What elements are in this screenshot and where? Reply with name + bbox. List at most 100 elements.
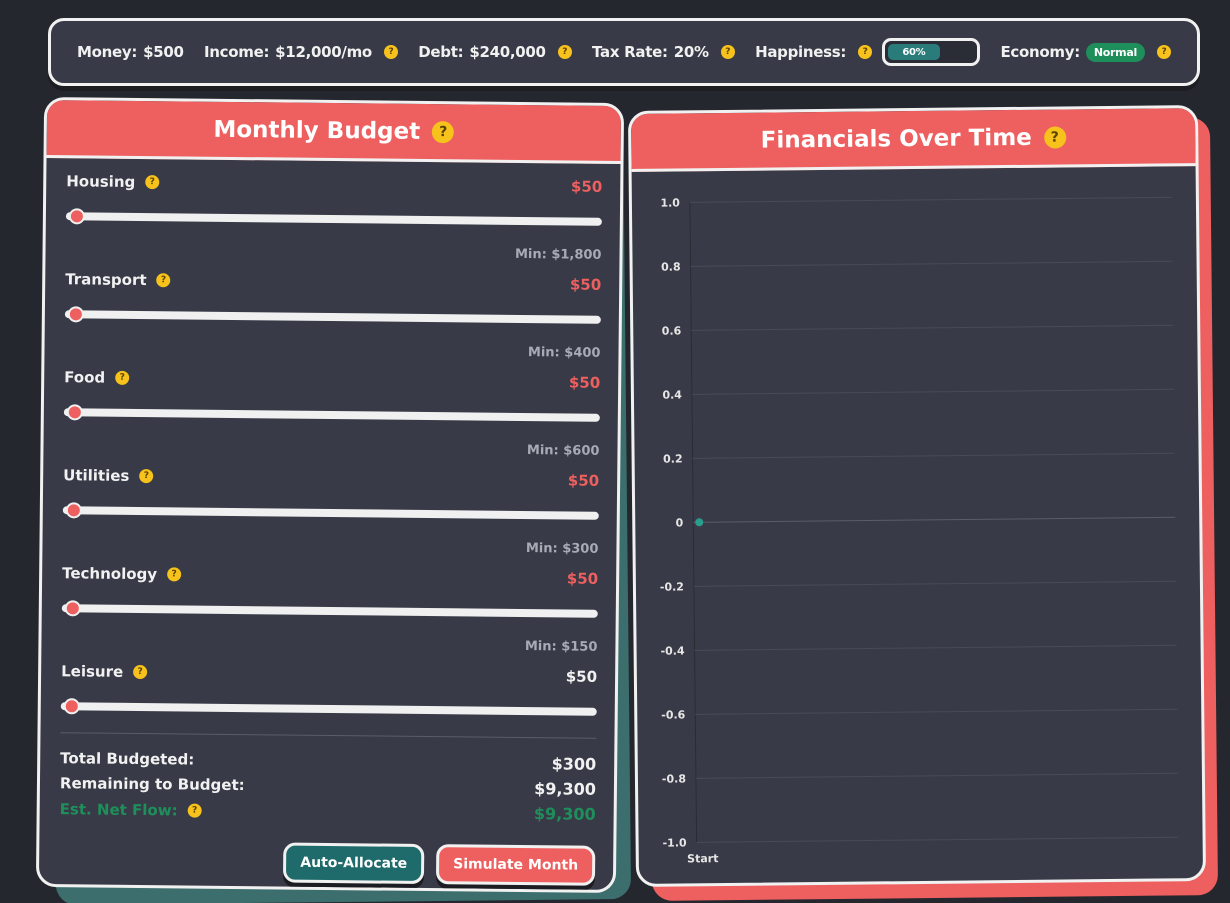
- category-header: Technology? $50: [62, 564, 598, 588]
- financials-chart: 1.0 0.8 0.6 0.4 0.2 0 -0.2 -0.4 -0.6 -0.8 -1.0Star…: [660, 196, 1179, 865]
- data-point: [695, 518, 704, 527]
- category-row-utilities: Utilities? $50 Min: $300: [62, 466, 599, 557]
- category-help-icon[interactable]: ?: [167, 567, 182, 582]
- stat-economy: Economy: Normal ?: [1000, 42, 1171, 62]
- budget-body: Housing? $50 Min: $1,800 Transport? $50 Min: …: [39, 158, 621, 886]
- net-flow-value: $9,300: [533, 804, 596, 824]
- category-help-icon[interactable]: ?: [115, 370, 130, 385]
- category-slider-track[interactable]: [61, 600, 598, 618]
- gridline: [691, 388, 1174, 395]
- debt-value: $240,000: [469, 43, 546, 61]
- economy-badge: Normal: [1085, 42, 1145, 62]
- y-tick-label: 1.0: [660, 196, 680, 209]
- category-name: Food: [64, 368, 106, 387]
- category-slider-track[interactable]: [64, 306, 601, 324]
- budget-help-icon[interactable]: ?: [432, 120, 455, 143]
- category-slider-thumb[interactable]: [65, 502, 82, 519]
- debt-help-icon[interactable]: ?: [557, 45, 572, 59]
- tax-value: 20%: [673, 43, 709, 61]
- category-amount: $50: [566, 569, 599, 588]
- stat-income: Income: $12,000/mo ?: [204, 43, 398, 61]
- category-minimum: Min: $1,800: [514, 246, 602, 263]
- remaining-row: Remaining to Budget: $9,300: [60, 774, 596, 799]
- category-slider-thumb[interactable]: [67, 306, 84, 323]
- category-slider-track[interactable]: [60, 698, 597, 716]
- net-flow-label-wrap: Est. Net Flow: ?: [60, 799, 202, 819]
- y-tick-label: -0.8: [662, 772, 686, 785]
- budget-actions: Auto-Allocate Simulate Month: [59, 840, 596, 886]
- stat-debt: Debt: $240,000 ?: [418, 43, 572, 61]
- remaining-label: Remaining to Budget:: [59, 774, 245, 795]
- net-flow-help-icon[interactable]: ?: [187, 803, 202, 818]
- y-tick-label: -0.4: [660, 644, 685, 657]
- category-help-icon[interactable]: ?: [133, 664, 148, 680]
- category-header: Housing? $50: [66, 172, 602, 196]
- economy-label: Economy:: [1000, 43, 1080, 61]
- y-tick-label: -0.2: [660, 580, 684, 593]
- gridline: [689, 196, 1172, 203]
- y-tick-label: 0.6: [662, 324, 682, 337]
- total-budgeted-value: $300: [551, 754, 597, 774]
- gridline: [696, 836, 1179, 843]
- category-row-leisure: Leisure? $50: [60, 662, 597, 716]
- gridline: [695, 772, 1178, 779]
- category-minimum: Min: $600: [526, 443, 600, 459]
- category-row-food: Food? $50 Min: $600: [63, 368, 600, 459]
- category-minimum: Min: $400: [527, 345, 601, 361]
- category-name-wrap: Leisure?: [61, 662, 148, 681]
- category-amount: $50: [565, 667, 598, 686]
- category-minimum: Min: $300: [525, 541, 599, 557]
- y-tick-label: -1.0: [662, 836, 687, 849]
- category-name: Utilities: [63, 466, 130, 485]
- y-tick-label: 0.8: [661, 260, 681, 273]
- auto-allocate-button[interactable]: Auto-Allocate: [283, 842, 425, 885]
- category-header: Leisure? $50: [61, 662, 597, 686]
- income-value: $12,000/mo: [275, 43, 372, 61]
- category-help-icon[interactable]: ?: [145, 175, 160, 190]
- category-row-transport: Transport? $50 Min: $400: [64, 270, 601, 361]
- debt-label: Debt:: [418, 43, 464, 61]
- category-name: Transport: [65, 270, 147, 290]
- economy-help-icon[interactable]: ?: [1156, 45, 1171, 59]
- income-help-icon[interactable]: ?: [383, 45, 398, 59]
- gridline: [692, 452, 1175, 459]
- category-row-housing: Housing? $50 Min: $1,800: [65, 172, 602, 263]
- category-name-wrap: Housing?: [66, 172, 160, 191]
- budget-header: Monthly Budget ?: [46, 100, 622, 165]
- simulate-month-button[interactable]: Simulate Month: [436, 844, 596, 886]
- y-tick-label: -0.6: [661, 708, 686, 721]
- chart-title: Financials Over Time: [760, 124, 1032, 154]
- category-name: Housing: [66, 172, 136, 191]
- gridline: [694, 644, 1177, 651]
- category-slider-thumb[interactable]: [63, 698, 80, 715]
- stat-tax: Tax Rate: 20% ?: [592, 43, 735, 61]
- category-slider-thumb[interactable]: [66, 404, 83, 421]
- happiness-label: Happiness:: [755, 43, 847, 61]
- category-slider-track[interactable]: [65, 208, 602, 226]
- happiness-help-icon[interactable]: ?: [858, 45, 873, 59]
- category-slider-track[interactable]: [62, 502, 599, 520]
- tax-help-icon[interactable]: ?: [720, 45, 735, 59]
- category-minimum: Min: $150: [524, 639, 598, 655]
- category-help-icon[interactable]: ?: [156, 273, 171, 288]
- category-amount: $50: [568, 373, 601, 392]
- summary-divider: [60, 732, 597, 739]
- remaining-value: $9,300: [534, 779, 597, 799]
- net-flow-label: Est. Net Flow:: [59, 799, 178, 819]
- budget-card: Monthly Budget ? Housing? $50 Min: $1,800 T…: [35, 96, 625, 894]
- total-budgeted-label: Total Budgeted:: [60, 749, 195, 769]
- category-name: Technology: [62, 564, 158, 584]
- happiness-meter-fill: 60%: [888, 44, 940, 60]
- category-amount: $50: [569, 275, 602, 294]
- chart-card: Financials Over Time ? 1.0 0.8 0.6 0.4 0.2 0 -…: [627, 105, 1207, 887]
- category-row-technology: Technology? $50 Min: $150: [61, 564, 598, 655]
- category-slider-track[interactable]: [63, 404, 600, 422]
- category-slider-thumb[interactable]: [68, 208, 85, 225]
- tax-label: Tax Rate:: [592, 43, 668, 61]
- stat-happiness: Happiness: ? 60%: [755, 38, 981, 66]
- category-header: Food? $50: [64, 368, 600, 392]
- category-slider-thumb[interactable]: [64, 600, 81, 617]
- category-help-icon[interactable]: ?: [139, 469, 154, 484]
- gridline: [695, 708, 1178, 715]
- chart-help-icon[interactable]: ?: [1043, 125, 1066, 149]
